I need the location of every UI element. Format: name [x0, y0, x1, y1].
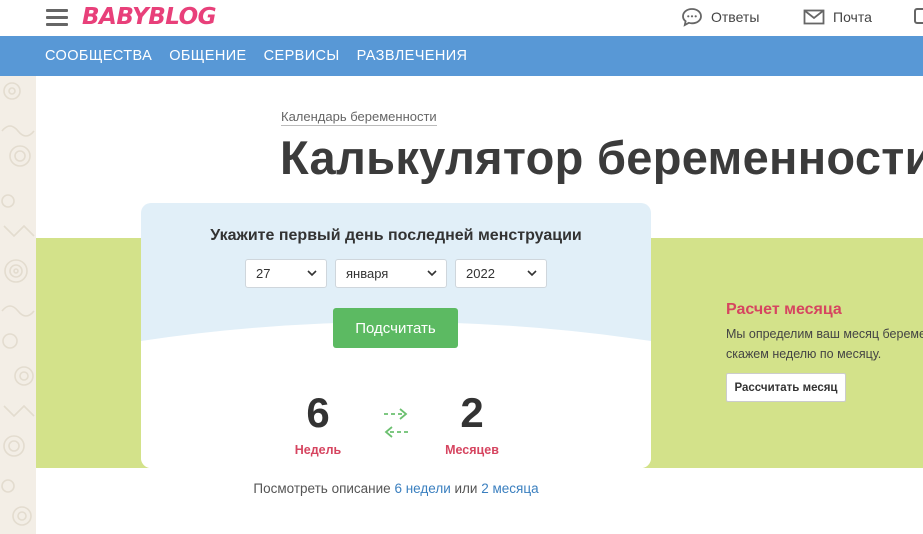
mail-link[interactable]: Почта — [803, 6, 872, 28]
profile-icon[interactable] — [914, 8, 923, 24]
nav-item-services[interactable]: СЕРВИСЫ — [264, 48, 340, 64]
day-select[interactable]: 27 — [245, 259, 327, 288]
year-value: 2022 — [466, 266, 495, 281]
month-calc-text: Мы определим ваш месяц беременности или … — [726, 324, 923, 364]
year-select[interactable]: 2022 — [455, 259, 547, 288]
month-select[interactable]: января — [335, 259, 447, 288]
months-value: 2 — [460, 389, 484, 436]
logo-part-blog: BLOG — [148, 4, 217, 30]
calculator-heading: Укажите первый день последней менструаци… — [210, 227, 582, 244]
chevron-down-icon — [307, 270, 317, 277]
weeks-value: 6 — [306, 389, 330, 436]
months-label: Месяцев — [445, 443, 499, 457]
day-value: 27 — [256, 266, 271, 281]
breadcrumb[interactable]: Календарь беременности — [281, 109, 437, 126]
nav-item-communication[interactable]: ОБЩЕНИЕ — [169, 48, 246, 64]
envelope-icon — [803, 9, 825, 25]
description-middle: или — [454, 481, 478, 496]
main-nav: СООБЩЕСТВА ОБЩЕНИЕ СЕРВИСЫ РАЗВЛЕЧЕНИЯ — [0, 36, 923, 76]
logo-part-baby: BABY — [82, 4, 149, 30]
logo[interactable]: BABYBLOG — [82, 3, 217, 31]
chevron-down-icon — [527, 270, 537, 277]
calculate-month-button[interactable]: Рассчитать месяц — [726, 373, 846, 402]
chat-bubble-icon — [682, 8, 702, 27]
answers-link[interactable]: Ответы — [681, 6, 759, 28]
chevron-down-icon — [427, 270, 437, 277]
conversion-arrows-icon — [384, 408, 408, 438]
answers-label: Ответы — [711, 9, 760, 25]
nav-item-entertainment[interactable]: РАЗВЛЕЧЕНИЯ — [357, 48, 468, 64]
hamburger-icon[interactable] — [46, 9, 68, 27]
top-bar: BABYBLOG Ответы Почта — [0, 0, 923, 36]
page-title: Калькулятор беременности — [280, 131, 923, 184]
months-description-link[interactable]: 2 месяца — [481, 481, 538, 496]
calculate-button[interactable]: Подсчитать — [333, 308, 458, 348]
description-line: Посмотреть описание 6 недели или 2 месяц… — [0, 481, 792, 496]
nav-item-communities[interactable]: СООБЩЕСТВА — [45, 48, 152, 64]
calculator-card: Укажите первый день последней менструаци… — [141, 203, 651, 468]
month-calc-line-2: скажем неделю по месяцу. — [726, 347, 882, 361]
month-calc-line-1: Мы определим ваш месяц беременности или — [726, 327, 923, 341]
mail-label: Почта — [833, 9, 872, 25]
month-calc-title: Расчет месяца — [726, 301, 842, 318]
description-prefix: Посмотреть описание — [253, 481, 391, 496]
weeks-description-link[interactable]: 6 недели — [394, 481, 450, 496]
weeks-label: Недель — [294, 443, 342, 457]
decorative-pattern — [0, 76, 36, 534]
month-value: января — [346, 266, 389, 281]
